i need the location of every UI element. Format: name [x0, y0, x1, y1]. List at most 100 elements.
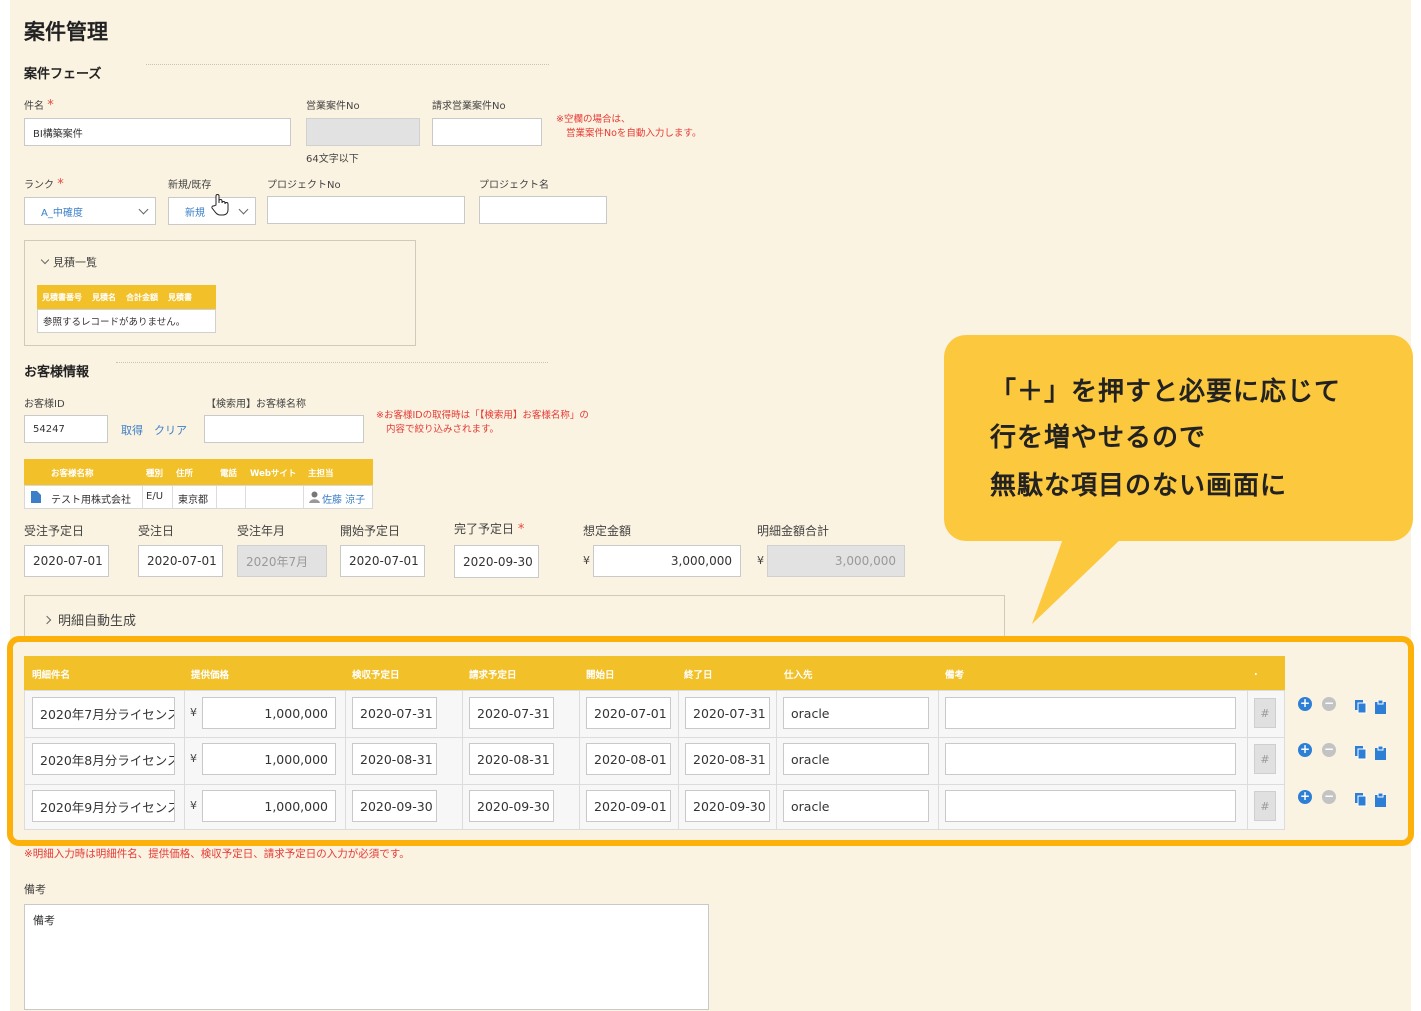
billing-note: ※空欄の場合は、 営業案件Noを自動入力します。: [556, 114, 702, 139]
detail-name-input[interactable]: 2020年9月分ライセンス: [32, 790, 175, 822]
estimates-empty-row: 参照するレコードがありません。: [37, 309, 216, 333]
expected-amount-input[interactable]: 3,000,000: [593, 545, 741, 577]
detail-total-input: 3,000,000: [767, 545, 905, 577]
callout-tail: [1032, 536, 1124, 624]
rank-label: ランク *: [24, 177, 64, 192]
auto-generate-toggle[interactable]: 明細自動生成: [42, 610, 136, 629]
owner-link[interactable]: 佐藤 涼子: [322, 491, 365, 506]
sales-no-help: 64文字以下: [306, 154, 359, 165]
customer-section-title: お客様情報: [24, 365, 90, 380]
billing-no-input[interactable]: [432, 118, 542, 146]
remove-row-icon[interactable]: −: [1322, 790, 1336, 804]
customer-search-label: 【検索用】お客様名称: [206, 399, 306, 410]
paste-icon[interactable]: [1375, 793, 1387, 807]
order-date-label: 受注日: [138, 524, 175, 538]
copy-icon[interactable]: [1355, 700, 1367, 714]
detail-total-label: 明細金額合計: [757, 524, 830, 538]
detail-billing-input[interactable]: 2020-08-31: [469, 743, 554, 775]
details-required-note: ※明細入力時は明細件名、提供価格、検収予定日、請求予定日の入力が必須です。: [24, 848, 410, 860]
detail-supplier-input[interactable]: oracle: [783, 697, 929, 729]
customer-table-row: テスト用株式会社 E/U 東京都 佐藤 涼子: [24, 485, 373, 509]
currency-symbol: ¥: [190, 799, 197, 812]
clear-link[interactable]: クリア: [154, 422, 187, 438]
estimates-table-header: 見積書番号 見積名 合計金額 見積書: [37, 285, 216, 309]
details-table-header: 明細件名 提供価格 検収予定日 請求予定日 開始日 終了日 仕入先 備考 .: [24, 656, 1285, 690]
customer-id-input[interactable]: 54247: [24, 415, 108, 443]
currency-symbol: ¥: [190, 706, 197, 719]
customer-search-input[interactable]: [204, 415, 364, 443]
currency-symbol: ¥: [757, 554, 764, 567]
subject-input[interactable]: BI構築案件: [24, 118, 291, 146]
billing-no-label: 請求営業案件No: [432, 101, 506, 112]
add-row-icon[interactable]: +: [1298, 743, 1312, 757]
detail-price-input[interactable]: 1,000,000: [202, 790, 336, 822]
document-icon[interactable]: [31, 491, 41, 503]
chevron-down-icon: [138, 204, 149, 214]
detail-start-input[interactable]: 2020-08-01: [586, 743, 671, 775]
detail-start-input[interactable]: 2020-09-01: [586, 790, 671, 822]
remarks-textarea[interactable]: 備考: [24, 904, 709, 1010]
start-planned-input[interactable]: 2020-07-01: [340, 545, 425, 577]
callout-line-1: 「＋」を押すと必要に応じて: [990, 377, 1342, 407]
detail-billing-input[interactable]: 2020-09-30: [469, 790, 554, 822]
add-row-icon[interactable]: +: [1298, 697, 1312, 711]
detail-billing-input[interactable]: 2020-07-31: [469, 697, 554, 729]
customer-table-header: お客様名称 種別 住所 電話 Webサイト 主担当: [24, 459, 373, 485]
paste-icon[interactable]: [1375, 746, 1387, 760]
callout-line-2: 行を増やせるので: [990, 423, 1207, 453]
detail-end-input[interactable]: 2020-09-30: [685, 790, 770, 822]
copy-icon[interactable]: [1355, 746, 1367, 760]
project-name-input[interactable]: [479, 196, 607, 224]
detail-end-input[interactable]: 2020-08-31: [685, 743, 770, 775]
detail-name-input[interactable]: 2020年8月分ライセンス: [32, 743, 175, 775]
chevron-down-icon: [238, 204, 249, 214]
phase-section-title: 案件フェーズ: [24, 67, 102, 82]
hand-cursor-icon: [211, 194, 229, 216]
customer-note: ※お客様IDの取得時は「【検索用】お客様名称」の 内容で絞り込みされます。: [376, 410, 589, 435]
remarks-label: 備考: [24, 883, 46, 896]
detail-note-input[interactable]: [945, 790, 1236, 822]
copy-icon[interactable]: [1355, 793, 1367, 807]
detail-end-input[interactable]: 2020-07-31: [685, 697, 770, 729]
detail-start-input[interactable]: 2020-07-01: [586, 697, 671, 729]
estimates-toggle[interactable]: 見積一覧: [40, 254, 97, 270]
detail-inspection-input[interactable]: 2020-08-31: [352, 743, 437, 775]
project-no-input[interactable]: [267, 196, 465, 224]
hash-button[interactable]: #: [1254, 744, 1276, 774]
expected-amount-label: 想定金額: [583, 524, 632, 538]
detail-inspection-input[interactable]: 2020-09-30: [352, 790, 437, 822]
chevron-right-icon: [42, 615, 52, 625]
chevron-down-icon: [40, 255, 50, 265]
detail-inspection-input[interactable]: 2020-07-31: [352, 697, 437, 729]
detail-price-input[interactable]: 1,000,000: [202, 697, 336, 729]
currency-symbol: ¥: [190, 752, 197, 765]
rank-select[interactable]: A_中確度: [24, 197, 156, 225]
remove-row-icon[interactable]: −: [1322, 743, 1336, 757]
detail-name-input[interactable]: 2020年7月分ライセンス: [32, 697, 175, 729]
subject-label: 件名 *: [24, 98, 54, 113]
section-divider: [116, 362, 548, 363]
project-no-label: プロジェクトNo: [267, 180, 341, 191]
fetch-link[interactable]: 取得: [121, 422, 143, 438]
callout-line-3: 無駄な項目のない画面に: [990, 471, 1288, 501]
page-title: 案件管理: [24, 20, 108, 44]
end-planned-label: 完了予定日 *: [454, 522, 525, 537]
detail-supplier-input[interactable]: oracle: [783, 743, 929, 775]
detail-note-input[interactable]: [945, 697, 1236, 729]
detail-note-input[interactable]: [945, 743, 1236, 775]
order-date-input[interactable]: 2020-07-01: [138, 545, 223, 577]
end-planned-input[interactable]: 2020-09-30: [454, 545, 539, 578]
customer-id-label: お客様ID: [24, 399, 65, 410]
hash-button[interactable]: #: [1254, 791, 1276, 821]
new-existing-label: 新規/既存: [168, 180, 212, 191]
order-planned-input[interactable]: 2020-07-01: [24, 545, 109, 577]
sales-no-label: 営業案件No: [306, 101, 360, 112]
paste-icon[interactable]: [1375, 700, 1387, 714]
add-row-icon[interactable]: +: [1298, 790, 1312, 804]
remove-row-icon[interactable]: −: [1322, 697, 1336, 711]
detail-supplier-input[interactable]: oracle: [783, 790, 929, 822]
detail-price-input[interactable]: 1,000,000: [202, 743, 336, 775]
section-divider: [146, 64, 549, 65]
start-planned-label: 開始予定日: [340, 524, 401, 538]
hash-button[interactable]: #: [1254, 698, 1276, 728]
